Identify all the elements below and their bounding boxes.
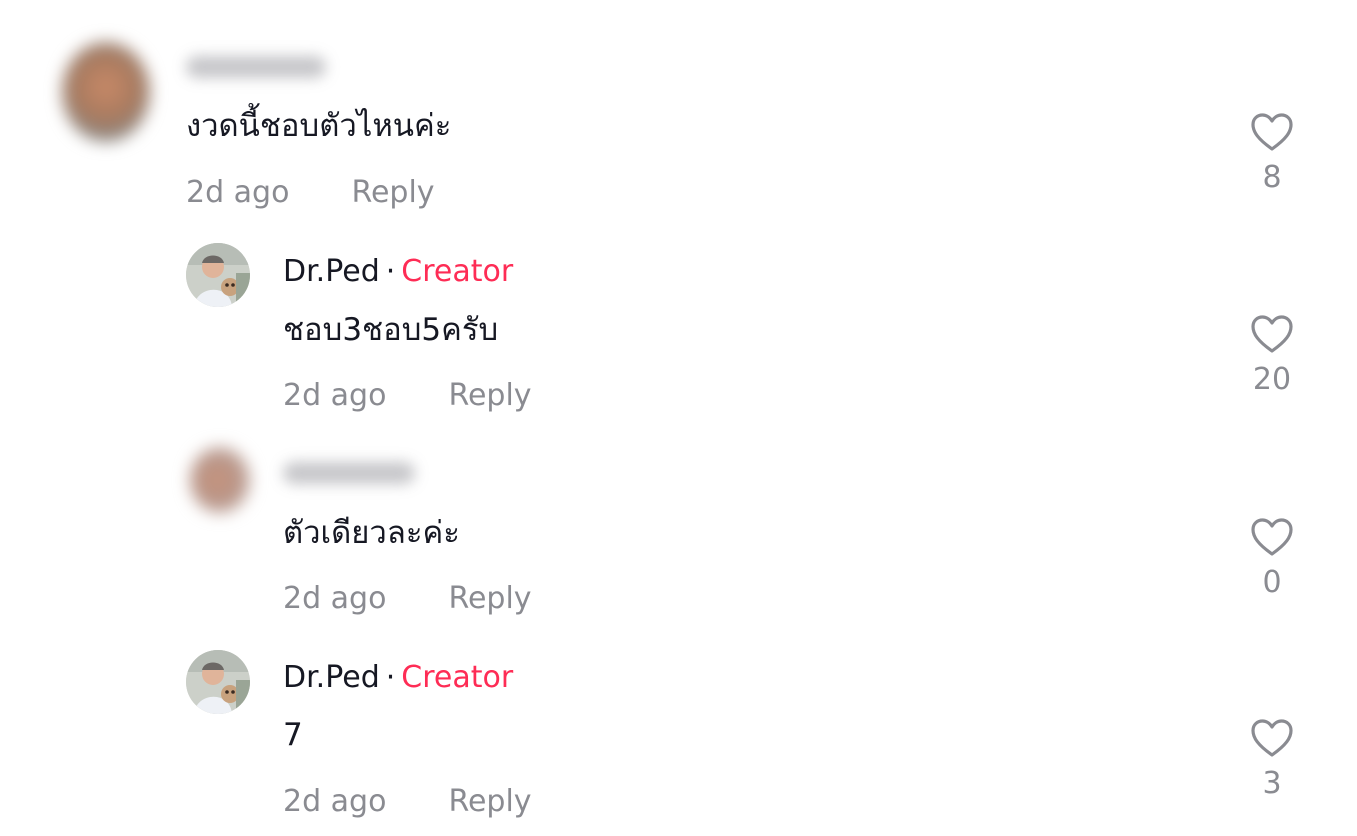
comment-author: Dr.Ped · Creator xyxy=(283,254,513,290)
like-count: 8 xyxy=(1262,160,1282,195)
separator-dot: · xyxy=(385,660,396,695)
comment-time: 2d ago xyxy=(283,378,387,413)
like-button[interactable]: 3 xyxy=(1237,718,1307,801)
heart-outline-icon xyxy=(1251,315,1293,353)
comment-meta: 2d ago Reply xyxy=(283,784,532,820)
heart-outline-icon xyxy=(1251,518,1293,556)
like-button[interactable]: 8 xyxy=(1237,112,1307,195)
avatar[interactable] xyxy=(186,243,250,307)
comment-text: งวดนี้ชอบตัวไหนค่ะ xyxy=(186,108,452,144)
avatar[interactable] xyxy=(62,42,150,142)
username-redacted xyxy=(186,56,326,78)
reply-button[interactable]: Reply xyxy=(351,175,434,210)
heart-outline-icon xyxy=(1251,113,1293,151)
avatar[interactable] xyxy=(190,447,250,513)
comment-time: 2d ago xyxy=(186,175,290,210)
avatar[interactable] xyxy=(186,650,250,714)
author-name[interactable]: Dr.Ped xyxy=(283,254,380,289)
like-count: 0 xyxy=(1262,565,1282,600)
comment-meta: 2d ago Reply xyxy=(283,581,532,617)
comment-meta: 2d ago Reply xyxy=(186,175,435,211)
comment-text: 7 xyxy=(283,717,303,753)
creator-avatar-image xyxy=(186,650,250,714)
creator-avatar-image xyxy=(186,243,250,307)
comment-meta: 2d ago Reply xyxy=(283,378,532,414)
reply-button[interactable]: Reply xyxy=(448,784,531,819)
separator-dot: · xyxy=(385,254,396,289)
like-button[interactable]: 20 xyxy=(1237,314,1307,397)
like-count: 20 xyxy=(1252,362,1292,397)
creator-badge: Creator xyxy=(401,254,514,289)
reply-button[interactable]: Reply xyxy=(448,378,531,413)
author-name[interactable]: Dr.Ped xyxy=(283,660,380,695)
reply-button[interactable]: Reply xyxy=(448,581,531,616)
like-button[interactable]: 0 xyxy=(1237,517,1307,600)
comment-time: 2d ago xyxy=(283,581,387,616)
heart-outline-icon xyxy=(1251,719,1293,757)
comment-time: 2d ago xyxy=(283,784,387,819)
comment-text: ตัวเดียวละค่ะ xyxy=(283,515,460,551)
comment-author: Dr.Ped · Creator xyxy=(283,660,513,696)
comment-text: ชอบ3ชอบ5ครับ xyxy=(283,312,499,348)
like-count: 3 xyxy=(1262,766,1282,801)
creator-badge: Creator xyxy=(401,660,514,695)
username-redacted xyxy=(283,462,415,484)
